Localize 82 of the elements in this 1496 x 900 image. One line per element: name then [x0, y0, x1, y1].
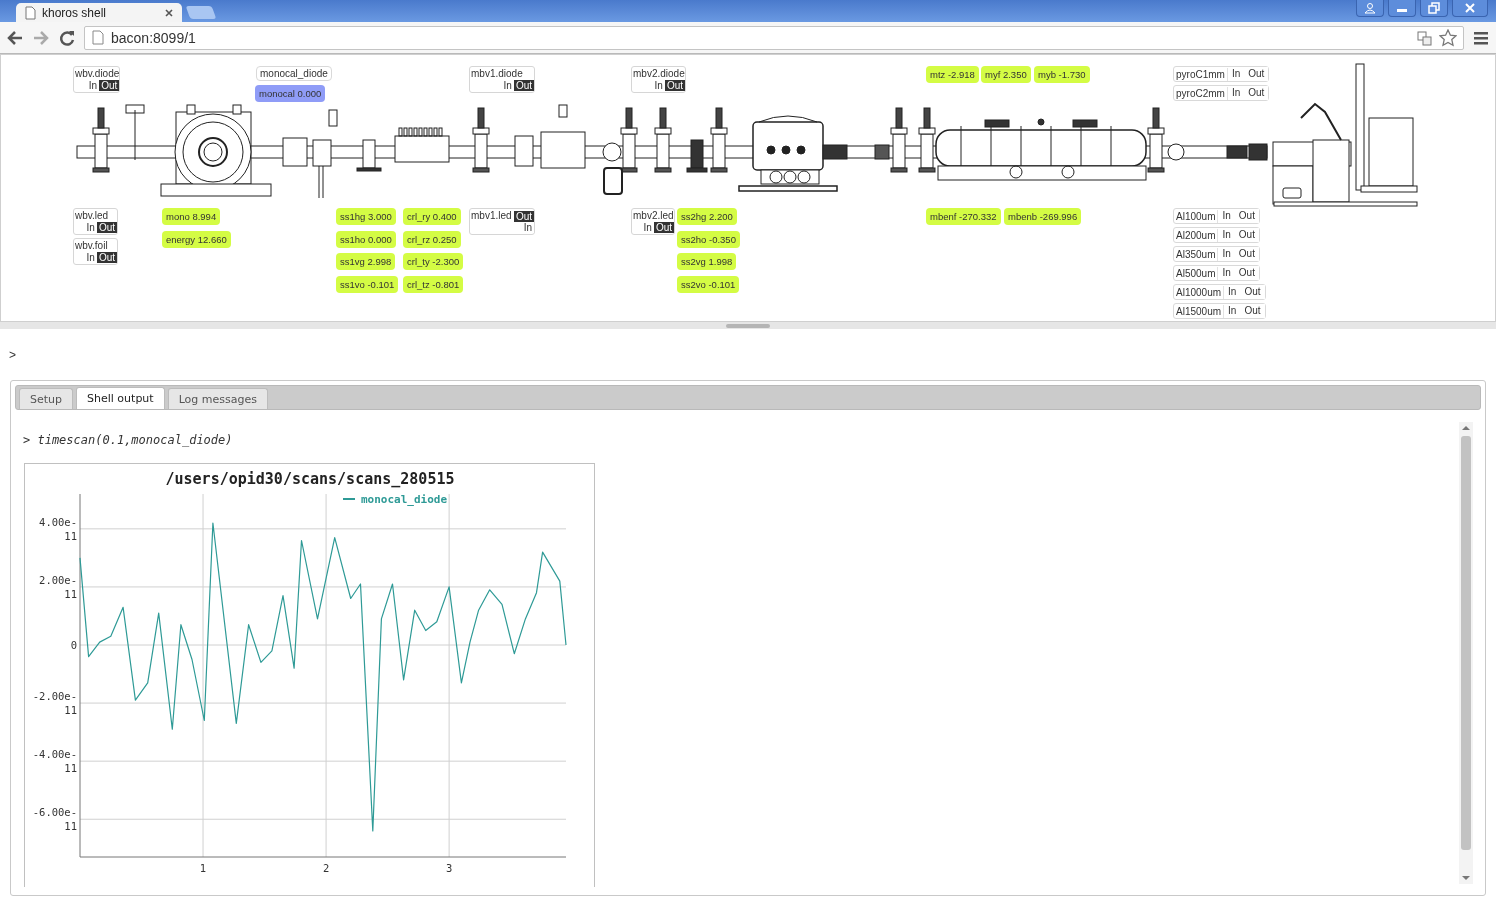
splitter-handle[interactable]	[726, 323, 770, 328]
axis-tick-label: -2.00e-11	[32, 690, 77, 717]
motor-value[interactable]: ss2vo -0.101	[677, 276, 740, 293]
toggle-option[interactable]: Out	[653, 222, 674, 233]
widget-label: mbv1.led	[471, 210, 512, 222]
toggle-option[interactable]: In	[84, 252, 97, 263]
close-button[interactable]	[1452, 0, 1488, 17]
translate-icon[interactable]	[1417, 29, 1433, 46]
motor-value[interactable]: ss1vg 2.998	[336, 253, 396, 270]
motor-value[interactable]: myf 2.350	[981, 66, 1031, 83]
motor-value[interactable]: ss2ho -0.350	[677, 231, 740, 248]
user-button[interactable]	[1356, 0, 1384, 17]
axis-tick-label: 1	[199, 862, 207, 874]
new-tab-button[interactable]	[185, 6, 217, 19]
toggle-option[interactable]: Out	[513, 80, 534, 91]
restore-button[interactable]	[1420, 0, 1448, 17]
axis-tick-label: 2.00e-11	[39, 573, 77, 600]
motor-value[interactable]: myb -1.730	[1034, 66, 1090, 83]
reload-icon[interactable]	[58, 28, 76, 47]
minimize-button[interactable]	[1388, 0, 1416, 17]
motor-value[interactable]: crl_ry 0.400	[403, 208, 461, 225]
shell-command: > timescan(0.1,monocal_diode)	[22, 432, 233, 449]
toggle-option[interactable]: In	[501, 80, 514, 91]
motor-value[interactable]: crl_ty -2.300	[403, 253, 464, 270]
legend-line-icon	[342, 498, 356, 500]
toggle-option[interactable]: In	[86, 80, 100, 91]
toggle-option[interactable]: Out	[664, 80, 685, 91]
motor-value[interactable]: mtz -2.918	[926, 66, 979, 83]
motor-value[interactable]: crl_tz -0.801	[403, 276, 464, 293]
motor-value[interactable]: mono 8.994	[162, 208, 221, 225]
forward-icon[interactable]	[32, 28, 50, 47]
toggle-option[interactable]: In	[641, 222, 654, 233]
motor-value[interactable]: ss1ho 0.000	[336, 231, 396, 248]
restore-icon[interactable]	[1428, 2, 1440, 14]
shell-prompt: >	[9, 347, 16, 362]
widget-label: wbv.foil	[75, 240, 109, 252]
widget-label: wbv.diode	[75, 68, 120, 80]
axis-tick-label: -4.00e-11	[32, 748, 77, 775]
browser-tab[interactable]: khoros shell	[16, 3, 182, 22]
close-icon[interactable]	[164, 7, 174, 18]
panel-tab[interactable]: Shell output	[76, 387, 165, 409]
toggle-option[interactable]: In	[521, 222, 534, 233]
motor-value[interactable]: ss1vo -0.101	[336, 276, 399, 293]
widget-label: mbv2.led	[633, 210, 674, 222]
toggle-option[interactable]: Out	[96, 252, 117, 263]
widget-label: pyroC2mm	[1174, 86, 1228, 100]
scroll-up-icon[interactable]	[1462, 425, 1470, 431]
axis-tick-label: 2	[322, 862, 330, 874]
axis-tick-label: 4.00e-11	[39, 515, 77, 542]
toggle-option[interactable]: In	[652, 80, 665, 91]
motor-value[interactable]: monocal 0.000	[255, 85, 326, 102]
motor-value[interactable]: energy 12.660	[162, 231, 231, 248]
panel-tab[interactable]: Setup	[19, 388, 74, 409]
star-icon[interactable]	[1439, 28, 1457, 47]
back-icon[interactable]	[6, 28, 24, 47]
page-icon[interactable]	[91, 30, 105, 45]
chart-title: /users/opid30/scans/scans_280515	[165, 470, 455, 488]
axis-tick-label: 0	[70, 639, 77, 651]
counter-label: monocal_diode	[256, 66, 332, 81]
motor-value[interactable]: ss2hg 2.200	[677, 208, 737, 225]
page-icon[interactable]	[24, 5, 36, 20]
motor-value[interactable]: ss1hg 3.000	[336, 208, 396, 225]
axis-tick-label: -6.00e-11	[32, 806, 77, 833]
widget-label: mbv1.diode	[471, 68, 524, 80]
scrollbar[interactable]	[1459, 422, 1473, 884]
toggle-option[interactable]: Out	[99, 80, 120, 91]
widget-label: pyroC1mm	[1174, 67, 1228, 81]
toggle-option[interactable]: In	[84, 222, 97, 233]
motor-value[interactable]: crl_rz 0.250	[403, 231, 461, 248]
motor-value[interactable]: ss2vg 1.998	[677, 253, 737, 270]
motor-value[interactable]: mbenf -270.332	[926, 208, 1001, 225]
toggle-option[interactable]: Out	[96, 222, 117, 233]
widget-label: mbv2.diode	[633, 68, 685, 80]
scroll-down-icon[interactable]	[1462, 875, 1470, 881]
axis-tick-label: 3	[445, 862, 453, 874]
user-icon[interactable]	[1364, 2, 1376, 14]
legend-label: monocal_diode	[361, 493, 448, 506]
address-bar[interactable]: bacon:8099/1	[84, 25, 1464, 50]
motor-value[interactable]: mbenb -269.996	[1004, 208, 1082, 225]
toggle-option[interactable]: Out	[513, 210, 534, 222]
widget-label: wbv.led	[75, 210, 110, 222]
panel-tab[interactable]: Log messages	[167, 388, 268, 409]
